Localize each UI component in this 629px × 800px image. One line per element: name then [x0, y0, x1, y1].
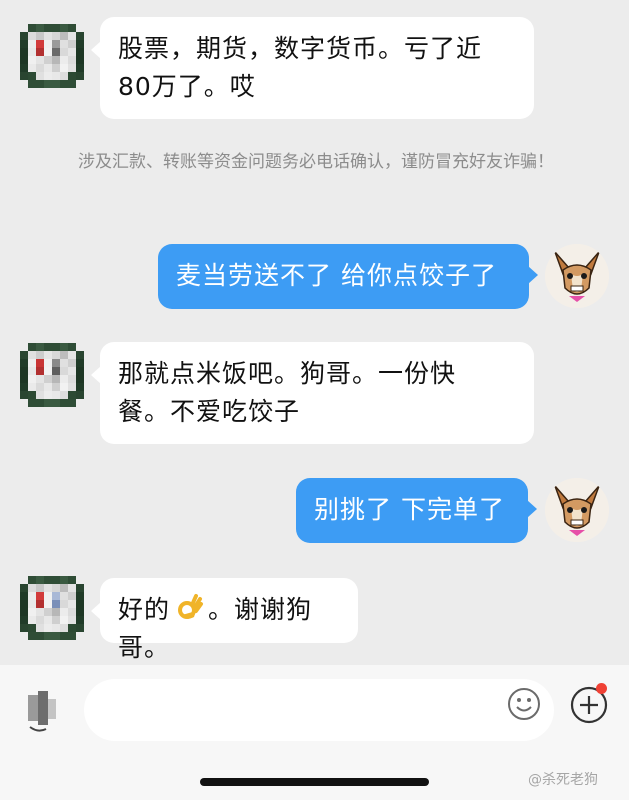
message-input[interactable] [84, 679, 554, 741]
dog-face-icon [545, 478, 609, 542]
contact-avatar[interactable] [20, 343, 84, 407]
watermark: @杀死老狗 [528, 772, 598, 788]
input-bar: @杀死老狗 [0, 665, 629, 800]
my-avatar[interactable] [545, 244, 609, 308]
message-bubble-incoming[interactable]: 那就点米饭吧。狗哥。一份快 餐。不爱吃饺子 [91, 342, 534, 444]
my-avatar[interactable] [545, 478, 609, 542]
message-text: 别挑了 下完单了 [314, 495, 505, 524]
message-bubble-outgoing[interactable]: 别挑了 下完单了 [296, 478, 537, 543]
smiley-icon[interactable] [507, 687, 541, 721]
contact-avatar[interactable] [20, 24, 84, 88]
message-text: 餐。不爱吃饺子 [118, 397, 301, 426]
contact-avatar[interactable] [20, 576, 84, 640]
message-text: 80万了。哎 [118, 72, 256, 101]
ok-hand-icon [178, 594, 204, 619]
message-text: 麦当劳送不了 给你点饺子了 [176, 261, 497, 290]
dog-face-icon [545, 244, 609, 308]
message-text: 好的 [118, 595, 171, 624]
chat-area[interactable]: 股票，期货，数字货币。亏了近 80万了。哎 涉及汇款、转账等资金问题务必电话确认… [0, 0, 629, 665]
message-bubble-incoming[interactable]: 好的 。谢谢狗哥。 [91, 578, 358, 662]
message-text: 那就点米饭吧。狗哥。一份快 [118, 359, 457, 388]
voice-icon[interactable] [26, 689, 64, 733]
security-notice: 涉及汇款、转账等资金问题务必电话确认，谨防冒充好友诈骗！ [78, 152, 554, 172]
message-bubble-incoming[interactable]: 股票，期货，数字货币。亏了近 80万了。哎 [91, 17, 534, 119]
message-bubble-outgoing[interactable]: 麦当劳送不了 给你点饺子了 [158, 244, 538, 309]
message-text: 股票，期货，数字货币。亏了近 [118, 34, 483, 63]
home-indicator[interactable] [200, 778, 429, 786]
notification-dot [596, 683, 607, 694]
